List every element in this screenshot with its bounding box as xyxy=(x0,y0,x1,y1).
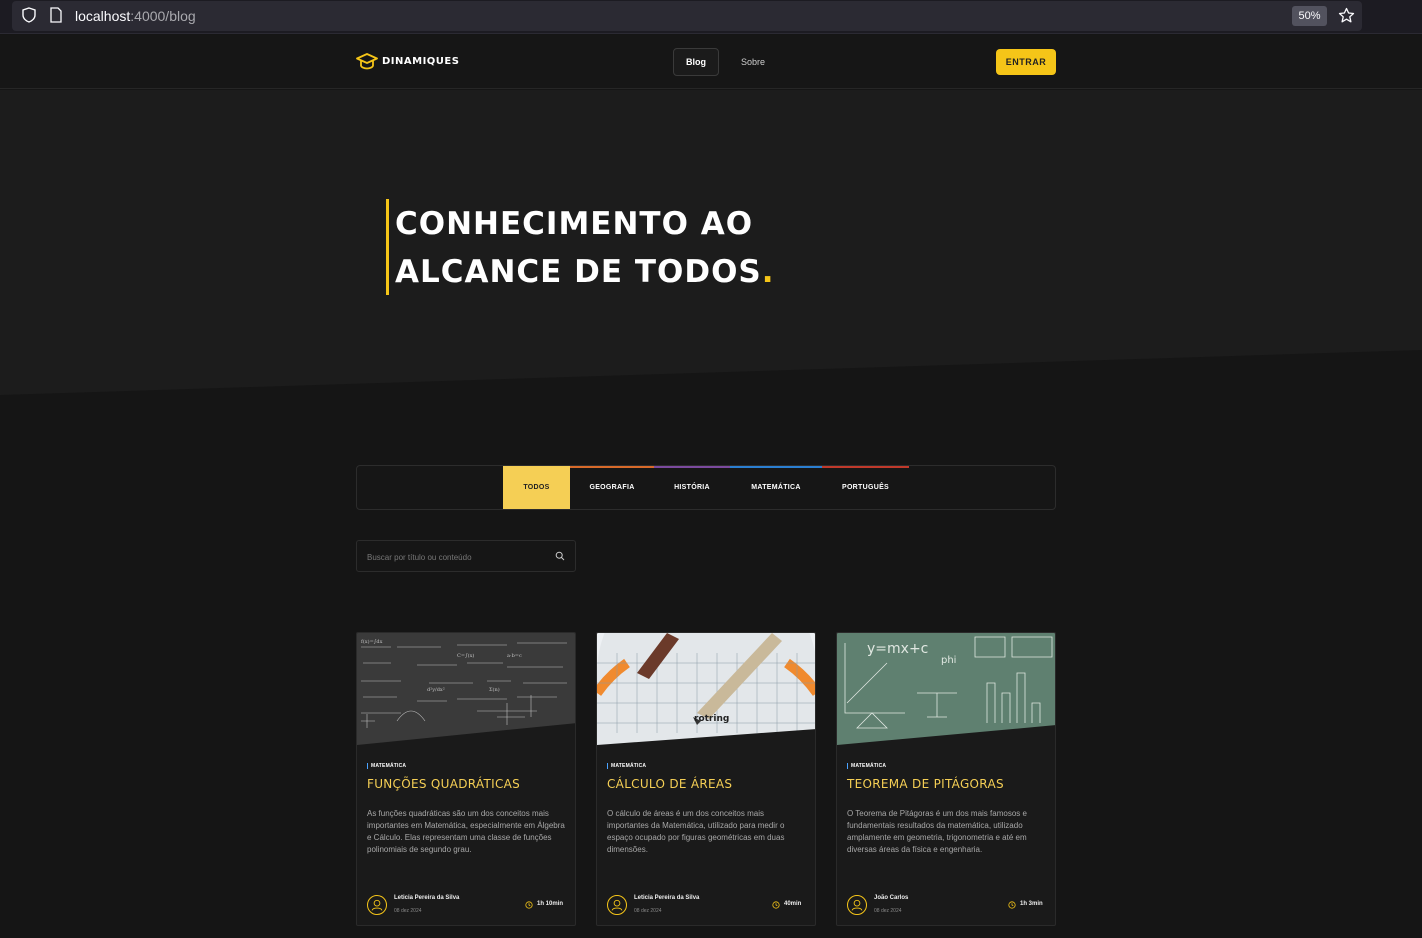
post-card-description: O cálculo de áreas é um dos conceitos ma… xyxy=(607,809,785,854)
svg-text:a·b=c: a·b=c xyxy=(507,653,522,659)
page-icon[interactable] xyxy=(49,7,63,23)
post-card-author: Leticia Pereira da Silva xyxy=(394,895,460,901)
site-header: DINAMIQUES Blog Sobre ENTRAR xyxy=(0,35,1422,89)
svg-text:d²y/dx²: d²y/dx² xyxy=(427,687,445,693)
tab-todos-accent xyxy=(503,466,570,468)
user-avatar-icon xyxy=(367,895,387,915)
search-icon[interactable] xyxy=(555,551,565,561)
svg-text:Σ(n): Σ(n) xyxy=(489,686,500,693)
post-card-description: As funções quadráticas são um dos concei… xyxy=(367,809,565,854)
logo[interactable]: DINAMIQUES xyxy=(356,52,459,70)
post-card[interactable]: rotring MATEMÁTICA CÁLCULO DE ÁREAS O cá… xyxy=(596,632,816,926)
search-input[interactable] xyxy=(367,549,547,565)
browser-toolbar: localhost:4000/blog 50% xyxy=(0,0,1422,34)
clock-icon xyxy=(772,901,780,909)
post-card-image: f(x)=∫dx C=∫(x) a·b=c d²y/dx² Σ(n) xyxy=(357,633,575,745)
svg-text:C=∫(x): C=∫(x) xyxy=(457,652,474,659)
post-card-date: 08 dez 2024 xyxy=(394,908,422,914)
post-card-date: 08 dez 2024 xyxy=(874,908,902,914)
tab-historia[interactable]: HISTÓRIA xyxy=(654,466,730,509)
tab-matematica-label: MATEMÁTICA xyxy=(751,484,801,491)
hero-accent-bar xyxy=(386,199,389,295)
post-card-reading-time: 1h 10min xyxy=(537,901,564,907)
svg-text:f(x)=∫dx: f(x)=∫dx xyxy=(361,638,383,645)
url-bar[interactable] xyxy=(12,1,1362,31)
post-card-image: rotring xyxy=(597,633,815,745)
url-host: localhost xyxy=(75,8,131,24)
search-box xyxy=(356,540,576,572)
svg-text:y=mx+c: y=mx+c xyxy=(867,641,928,657)
post-card[interactable]: f(x)=∫dx C=∫(x) a·b=c d²y/dx² Σ(n) MATEMÁTI… xyxy=(356,632,576,926)
tab-portugues-label: PORTUGUÊS xyxy=(841,484,890,491)
bookmark-star-icon[interactable] xyxy=(1338,7,1355,24)
tab-geografia-accent xyxy=(570,466,654,468)
post-card-title[interactable]: TEOREMA DE PITÁGORAS xyxy=(847,777,1047,791)
clock-icon xyxy=(1008,901,1016,909)
post-card-description: O Teorema de Pitágoras é um dos mais fam… xyxy=(847,809,1027,854)
category-filter-bar: TODOS GEOGRAFIA HISTÓRIA MATEMÁTICA PORT… xyxy=(356,465,1056,510)
logo-text: DINAMIQUES xyxy=(382,55,460,67)
url-path: :4000/blog xyxy=(130,8,196,24)
post-card-author: João Carlos xyxy=(874,895,909,901)
nav-sobre-link[interactable]: Sobre xyxy=(731,48,775,76)
post-card-reading-time: 1h 3min xyxy=(1020,901,1043,907)
hero-title-line2-text: ALCANCE DE TODOS xyxy=(395,254,762,290)
post-card-tag: MATEMÁTICA xyxy=(607,763,646,769)
post-card-tag: MATEMÁTICA xyxy=(847,763,886,769)
post-card-author: Leticia Pereira da Silva xyxy=(634,895,700,901)
tab-matematica-accent xyxy=(730,466,822,468)
tab-geografia[interactable]: GEOGRAFIA xyxy=(570,466,654,509)
graduation-cap-icon xyxy=(356,53,378,70)
zoom-badge[interactable]: 50% xyxy=(1292,6,1327,26)
hero-title-line1: CONHECIMENTO AO xyxy=(395,206,754,242)
post-card-reading-time: 40min xyxy=(784,901,802,907)
tab-portugues[interactable]: PORTUGUÊS xyxy=(822,466,909,509)
tab-portugues-accent xyxy=(822,466,909,468)
shield-icon[interactable] xyxy=(21,7,37,23)
post-card-date: 08 dez 2024 xyxy=(634,908,662,914)
hero-title-dot: . xyxy=(761,254,775,290)
tab-geografia-label: GEOGRAFIA xyxy=(589,484,635,491)
url-text[interactable]: localhost:4000/blog xyxy=(75,8,196,24)
user-avatar-icon xyxy=(607,895,627,915)
svg-text:phi: phi xyxy=(941,655,956,666)
post-card-image: y=mx+c phi xyxy=(837,633,1055,745)
tab-todos-label: TODOS xyxy=(523,484,550,491)
hero-title-line2: ALCANCE DE TODOS. xyxy=(395,248,815,296)
post-card-tag: MATEMÁTICA xyxy=(367,763,406,769)
post-card[interactable]: y=mx+c phi MATEMÁTICA TEOREMA DE PITÁGOR… xyxy=(836,632,1056,926)
hero-title: CONHECIMENTO AO ALCANCE DE TODOS. xyxy=(395,200,815,296)
user-avatar-icon xyxy=(847,895,867,915)
clock-icon xyxy=(525,901,533,909)
post-card-title[interactable]: FUNÇÕES QUADRÁTICAS xyxy=(367,777,567,791)
tab-todos[interactable]: TODOS xyxy=(503,466,570,509)
post-card-title[interactable]: CÁLCULO DE ÁREAS xyxy=(607,777,807,791)
login-button[interactable]: ENTRAR xyxy=(996,49,1056,75)
tab-historia-accent xyxy=(654,466,730,468)
tab-historia-label: HISTÓRIA xyxy=(674,484,710,491)
tab-matematica[interactable]: MATEMÁTICA xyxy=(730,466,822,509)
nav-blog-link[interactable]: Blog xyxy=(673,48,719,76)
svg-text:rotring: rotring xyxy=(694,714,729,724)
